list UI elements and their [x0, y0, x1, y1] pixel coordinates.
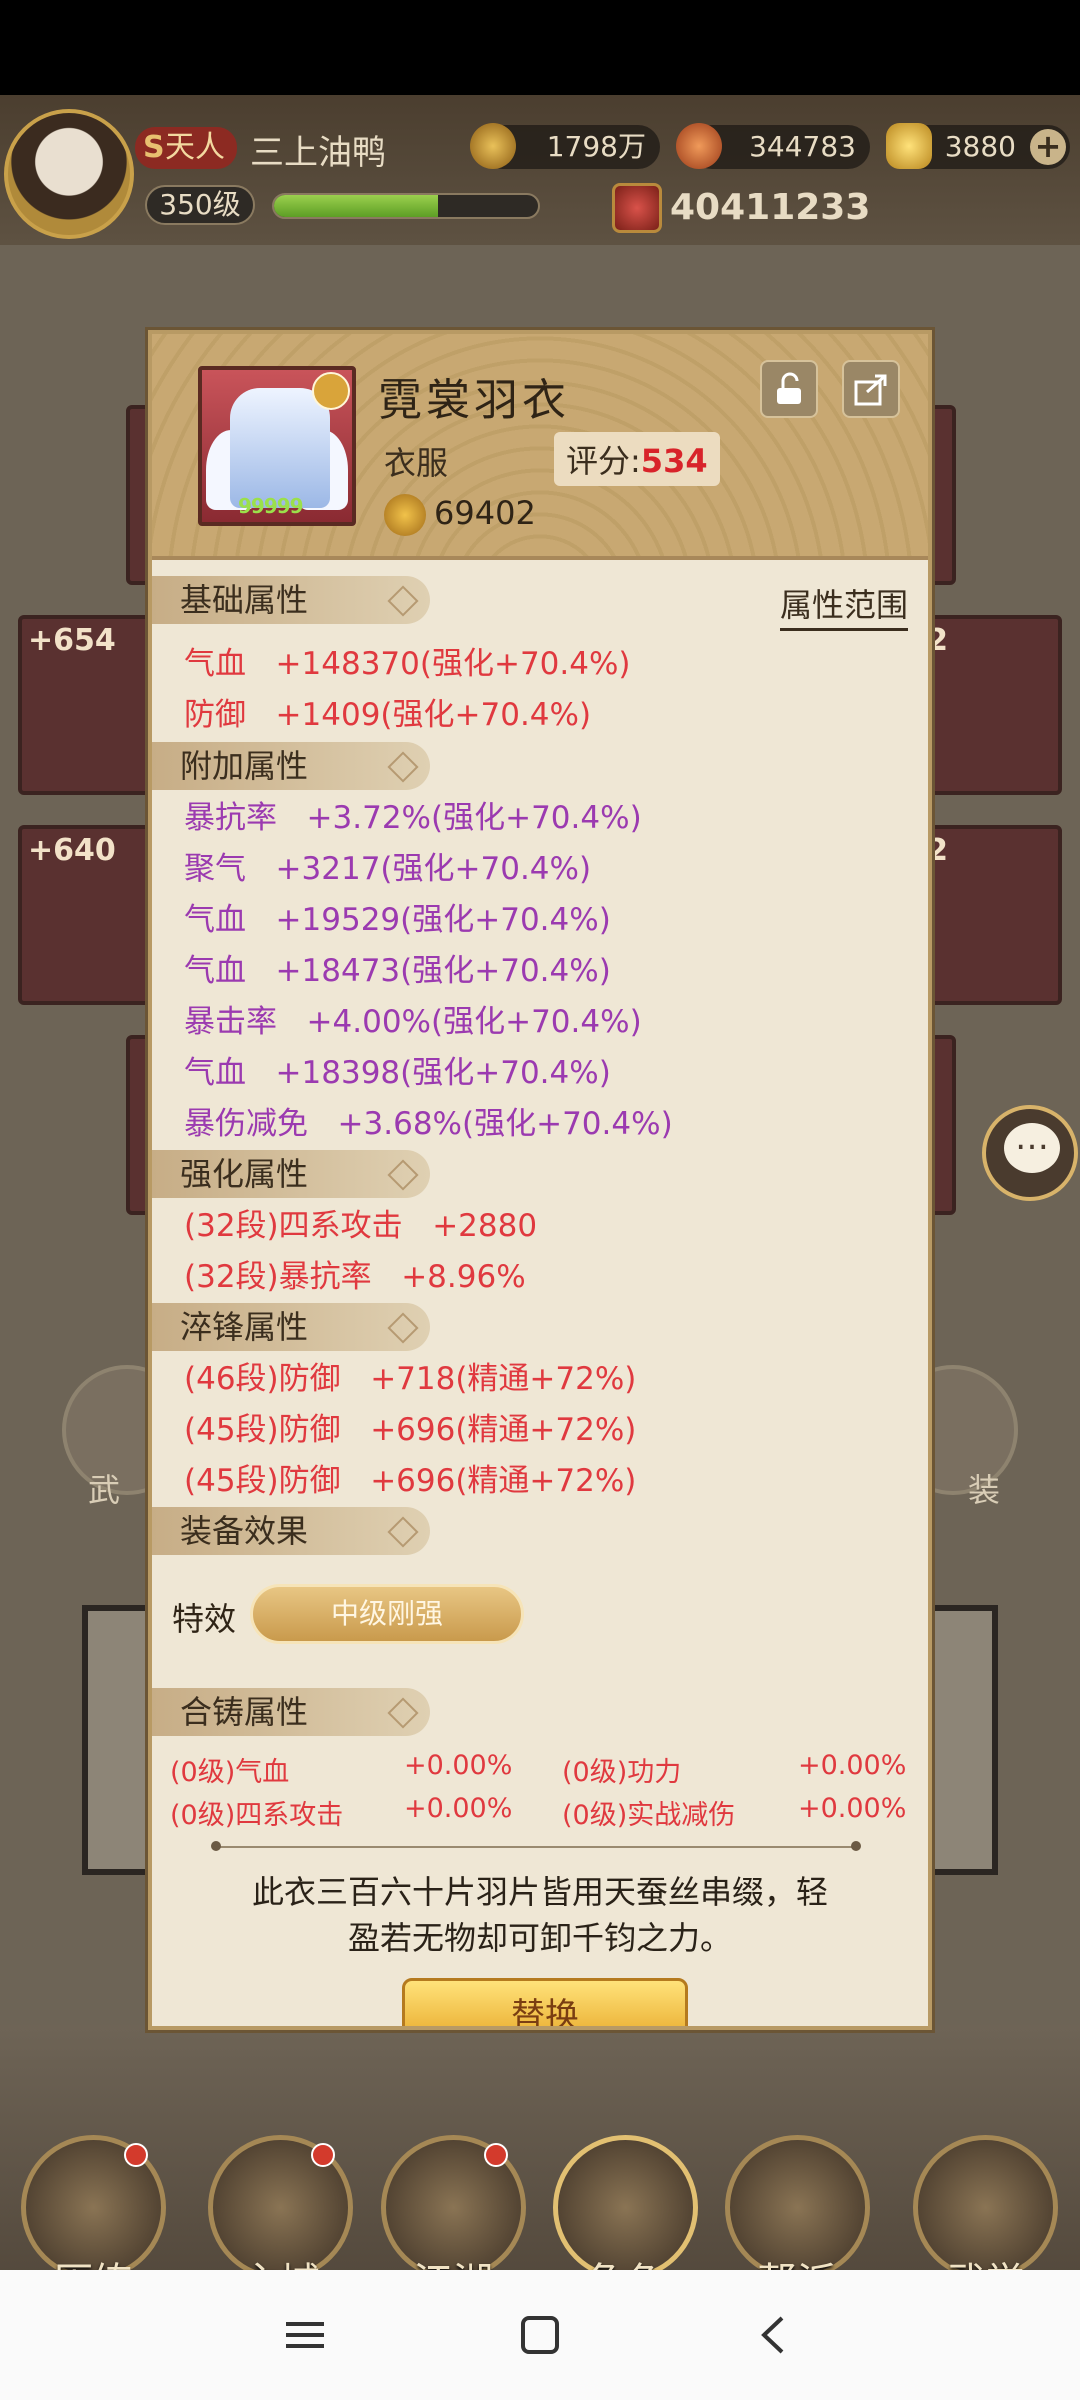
alloy-stat-value: +0.00% — [798, 1793, 907, 1824]
quality-badge-icon — [312, 372, 350, 410]
alloy-stat-name: (0级)气血 — [170, 1757, 290, 1788]
alloy-stat-name: (0级)实战减伤 — [562, 1800, 736, 1831]
section-temper-title: 淬锋属性 — [152, 1303, 430, 1351]
item-description-line: 盈若无物却可卸千钧之力。 — [347, 1919, 732, 1957]
section-alloy-title: 合铸属性 — [152, 1688, 430, 1736]
unlock-icon — [777, 372, 801, 404]
lock-button[interactable] — [760, 360, 818, 418]
item-description-line: 此衣三百六十片羽片皆用天蚕丝串缀，轻 — [251, 1873, 828, 1911]
section-effect-title: 装备效果 — [152, 1507, 430, 1555]
alloy-stat-value: +0.00% — [404, 1750, 513, 1781]
extra-stat: 暴抗率 +3.72%(强化+70.4%) — [184, 800, 642, 836]
menu-icon[interactable] — [280, 2310, 330, 2360]
item-header: 99999 霓裳羽衣 衣服 评分:534 69402 — [152, 334, 928, 560]
base-stat: 防御 +1409(强化+70.4%) — [184, 697, 592, 733]
section-base-title: 基础属性 — [152, 576, 430, 624]
temper-stat: (46段)防御 +718(精通+72%) — [184, 1361, 637, 1397]
enhance-stat: (32段)暴抗率 +8.96% — [184, 1259, 526, 1295]
enhance-stat: (32段)四系攻击 +2880 — [184, 1208, 538, 1244]
item-icon: 99999 — [198, 366, 356, 526]
item-score: 评分:534 — [554, 432, 720, 486]
share-button[interactable] — [842, 360, 900, 418]
extra-stat: 暴击率 +4.00%(强化+70.4%) — [184, 1004, 642, 1040]
robe-icon — [230, 388, 330, 508]
extra-stat: 聚气 +3217(强化+70.4%) — [184, 851, 592, 887]
section-enhance-title: 强化属性 — [152, 1150, 430, 1198]
effect-label: 特效 — [172, 1600, 237, 1638]
replace-button[interactable]: 替换 — [402, 1978, 688, 2026]
item-power-value: 69402 — [434, 494, 536, 532]
base-stat: 气血 +148370(强化+70.4%) — [184, 646, 631, 682]
back-icon[interactable] — [750, 2310, 800, 2360]
home-icon[interactable] — [515, 2310, 565, 2360]
extra-stat: 气血 +19529(强化+70.4%) — [184, 902, 611, 938]
alloy-stat-value: +0.00% — [404, 1793, 513, 1824]
alloy-stat-value: +0.00% — [798, 1750, 907, 1781]
extra-stat: 气血 +18473(强化+70.4%) — [184, 953, 611, 989]
alloy-stat-name: (0级)功力 — [562, 1757, 682, 1788]
item-detail-modal: 99999 霓裳羽衣 衣服 评分:534 69402 基础属性 属性范围 气血 … — [148, 330, 932, 2030]
extra-stat: 气血 +18398(强化+70.4%) — [184, 1055, 611, 1091]
system-nav-bar — [0, 2270, 1080, 2400]
alloy-stat-name: (0级)四系攻击 — [170, 1800, 344, 1831]
temper-stat: (45段)防御 +696(精通+72%) — [184, 1463, 637, 1499]
extra-stat: 暴伤减免 +3.68%(强化+70.4%) — [184, 1106, 673, 1142]
item-name: 霓裳羽衣 — [378, 375, 570, 426]
status-bar — [0, 0, 1080, 95]
score-label: 评分: — [566, 442, 641, 480]
effect-badge[interactable]: 中级刚强 — [250, 1584, 524, 1644]
item-power: 69402 — [384, 494, 536, 536]
divider — [211, 1841, 861, 1851]
temper-stat: (45段)防御 +696(精通+72%) — [184, 1412, 637, 1448]
power-coin-icon — [384, 494, 426, 536]
score-value: 534 — [640, 442, 708, 480]
item-type: 衣服 — [384, 444, 449, 482]
item-star-rating: 99999 — [238, 494, 304, 518]
share-icon — [854, 374, 887, 406]
item-attributes[interactable]: 基础属性 属性范围 气血 +148370(强化+70.4%) 防御 +1409(… — [152, 564, 928, 2026]
attribute-range-link[interactable]: 属性范围 — [779, 580, 908, 631]
section-extra-title: 附加属性 — [152, 742, 430, 790]
